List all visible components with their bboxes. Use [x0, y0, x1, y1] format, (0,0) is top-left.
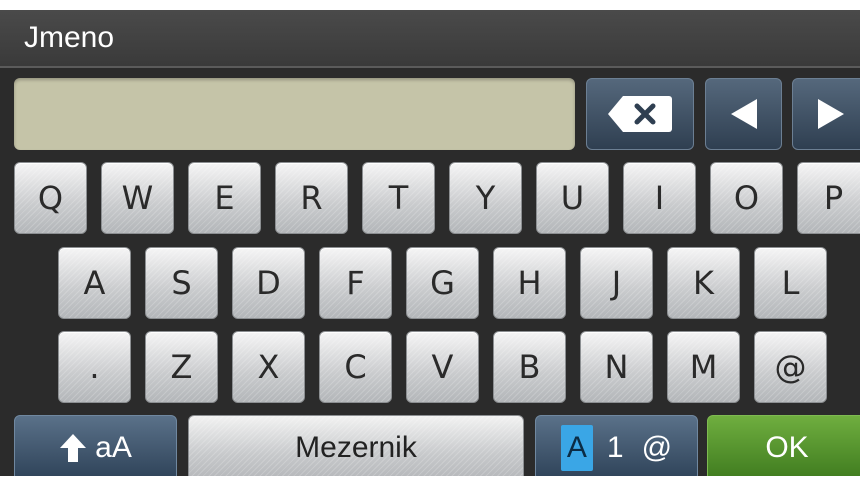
key-at[interactable]: @: [754, 331, 827, 403]
backspace-icon: [608, 96, 672, 132]
mode-numbers-indicator: 1: [606, 431, 624, 464]
backspace-button[interactable]: [586, 78, 694, 150]
shift-case-button[interactable]: aA: [14, 415, 177, 476]
ok-label: OK: [765, 431, 809, 464]
key-h[interactable]: H: [493, 247, 566, 319]
key-n[interactable]: N: [580, 331, 653, 403]
key-b[interactable]: B: [493, 331, 566, 403]
title-bar: Jmeno: [0, 10, 860, 68]
key-l[interactable]: L: [754, 247, 827, 319]
cursor-left-button[interactable]: [705, 78, 782, 150]
space-button[interactable]: Mezernik: [188, 415, 524, 476]
device-screen: Jmeno Q W E R T Y U I O P A S D F G H J …: [0, 10, 860, 476]
mode-symbols-indicator: @: [641, 431, 673, 464]
mode-letters-indicator: A: [560, 425, 593, 471]
key-x[interactable]: X: [232, 331, 305, 403]
arrow-left-icon: [730, 99, 757, 129]
key-period[interactable]: .: [58, 331, 131, 403]
key-q[interactable]: Q: [14, 162, 87, 234]
cursor-right-button[interactable]: [792, 78, 860, 150]
key-a[interactable]: A: [58, 247, 131, 319]
screen-title: Jmeno: [24, 21, 115, 54]
key-j[interactable]: J: [580, 247, 653, 319]
shift-label: aA: [95, 431, 132, 464]
space-label: Mezernik: [295, 431, 417, 464]
key-v[interactable]: V: [406, 331, 479, 403]
shift-arrow-icon: [59, 433, 87, 463]
key-r[interactable]: R: [275, 162, 348, 234]
key-f[interactable]: F: [319, 247, 392, 319]
key-y[interactable]: Y: [449, 162, 522, 234]
key-m[interactable]: M: [667, 331, 740, 403]
key-p[interactable]: P: [797, 162, 860, 234]
key-u[interactable]: U: [536, 162, 609, 234]
input-mode-button[interactable]: A 1 @: [535, 415, 698, 476]
key-e[interactable]: E: [188, 162, 261, 234]
key-k[interactable]: K: [667, 247, 740, 319]
key-s[interactable]: S: [145, 247, 218, 319]
arrow-right-icon: [817, 99, 844, 129]
key-w[interactable]: W: [101, 162, 174, 234]
key-d[interactable]: D: [232, 247, 305, 319]
key-c[interactable]: C: [319, 331, 392, 403]
ok-button[interactable]: OK: [707, 415, 860, 476]
key-i[interactable]: I: [623, 162, 696, 234]
name-input-field[interactable]: [14, 78, 575, 150]
key-o[interactable]: O: [710, 162, 783, 234]
key-g[interactable]: G: [406, 247, 479, 319]
key-t[interactable]: T: [362, 162, 435, 234]
key-z[interactable]: Z: [145, 331, 218, 403]
